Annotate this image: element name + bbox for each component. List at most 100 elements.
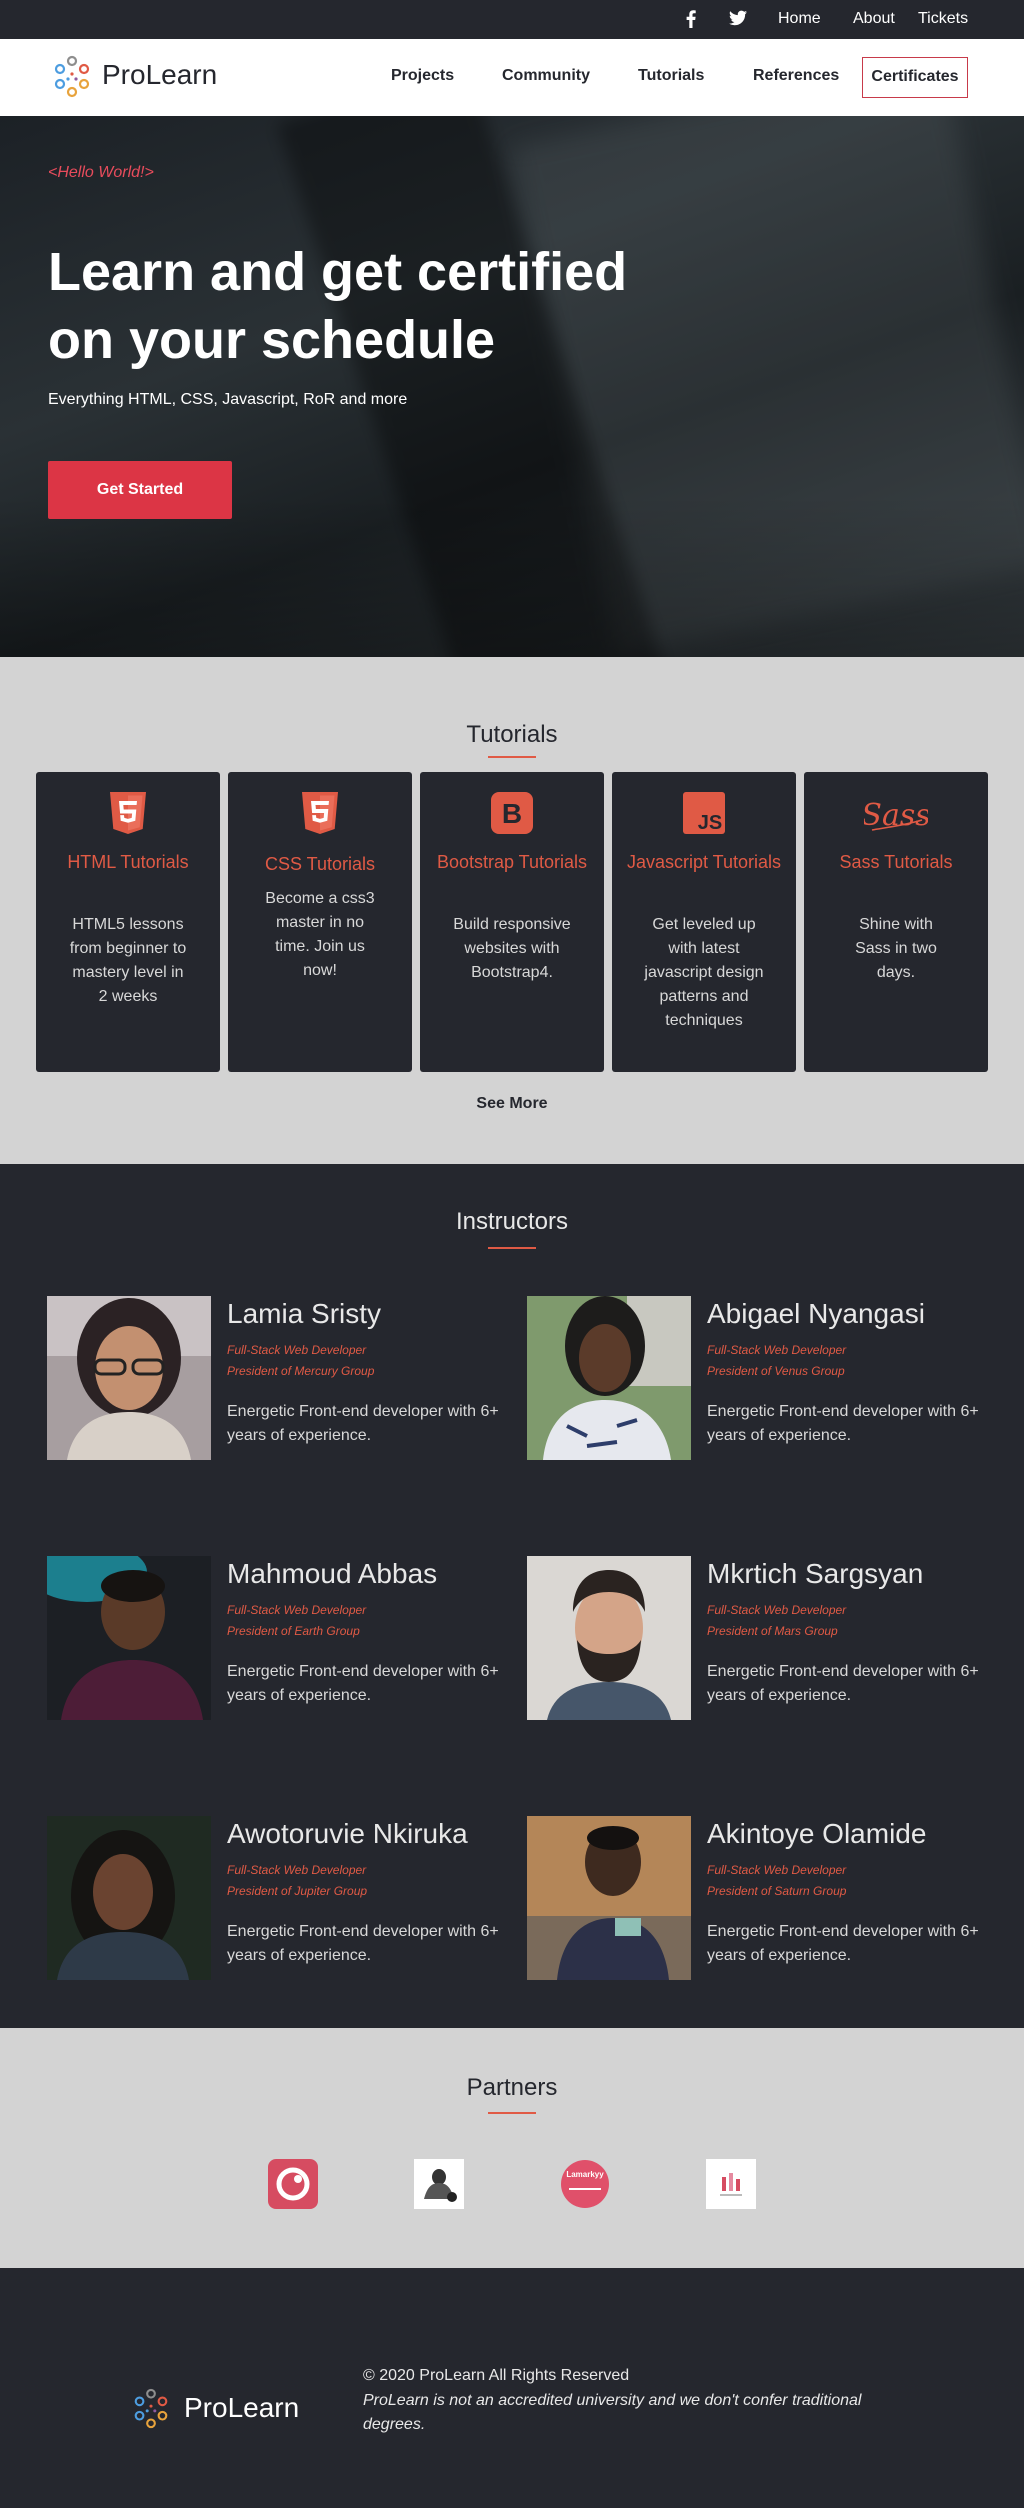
instructor-group: President of Saturn Group — [707, 1884, 847, 1898]
instructor-bio: Energetic Front-end developer with 6+ ye… — [707, 1403, 979, 1444]
instructor-name: Akintoye Olamide — [707, 1818, 927, 1849]
partner-illustration-logo[interactable] — [414, 2159, 464, 2209]
instructor-card: Lamia Sristy Full-Stack Web Developer Pr… — [47, 1296, 507, 1462]
tutorial-description: Get leveled up with latest javascript de… — [644, 916, 764, 1029]
tutorial-title: HTML Tutorials — [67, 852, 189, 872]
nav-references[interactable]: References — [753, 66, 839, 86]
instructor-name: Abigael Nyangasi — [707, 1298, 925, 1329]
partners-section: Partners Lamarkyy — [0, 2028, 1024, 2268]
nav-community[interactable]: Community — [502, 66, 590, 86]
instructor-role: Full-Stack Web Developer — [707, 1343, 847, 1357]
hero-section: <Hello World!> Learn and get certified o… — [0, 116, 1024, 657]
nav-tutorials[interactable]: Tutorials — [638, 66, 704, 86]
bootstrap-icon: B — [491, 792, 533, 834]
instructor-role: Full-Stack Web Developer — [227, 1603, 367, 1617]
tutorial-title: Javascript Tutorials — [626, 852, 782, 872]
prolearn-logo-icon[interactable] — [50, 54, 94, 100]
instructor-photo — [47, 1296, 211, 1460]
instructors-section: Instructors Lamia Sristy Full-Stack Web … — [0, 1164, 1024, 2028]
footer: ProLearn © 2020 ProLearn All Rights Rese… — [0, 2268, 1024, 2508]
instructor-bio: Energetic Front-end developer with 6+ ye… — [227, 1403, 499, 1444]
partner-chart-logo[interactable] — [706, 2159, 756, 2209]
instructor-name: Lamia Sristy — [227, 1298, 382, 1329]
section-divider — [488, 2112, 536, 2114]
tutorial-description: HTML5 lessons from beginner to mastery l… — [69, 916, 187, 1005]
partner-lamarkyy-logo[interactable]: Lamarkyy — [561, 2160, 609, 2208]
tutorials-section: Tutorials HTML Tutorials HTML5 lessons f… — [0, 657, 1024, 1164]
instructor-group: President of Mercury Group — [227, 1364, 375, 1378]
brand-name[interactable]: ProLearn — [102, 58, 217, 92]
instructor-name: Awotoruvie Nkiruka — [227, 1818, 468, 1849]
instructor-group: President of Earth Group — [227, 1624, 360, 1638]
see-more-link[interactable]: See More — [0, 1094, 1024, 1114]
topbar-link-tickets[interactable]: Tickets — [918, 9, 968, 29]
instructor-card: Mkrtich Sargsyan Full-Stack Web Develope… — [527, 1556, 987, 1722]
sass-icon: Sass — [864, 798, 928, 833]
instructor-role: Full-Stack Web Developer — [227, 1863, 367, 1877]
partner-lamarkyy-text: Lamarkyy — [566, 2170, 604, 2179]
svg-text:Sass: Sass — [864, 798, 928, 833]
hero-background-shade — [0, 496, 1024, 657]
instructor-photo — [47, 1556, 211, 1720]
instructor-role: Full-Stack Web Developer — [707, 1863, 847, 1877]
instructor-role: Full-Stack Web Developer — [707, 1603, 847, 1617]
footer-brand-name[interactable]: ProLearn — [184, 2391, 299, 2425]
instructor-group: President of Jupiter Group — [227, 1884, 368, 1898]
instructor-bio: Energetic Front-end developer with 6+ ye… — [707, 1923, 979, 1964]
tutorial-title: CSS Tutorials — [264, 854, 376, 874]
twitter-icon[interactable] — [729, 10, 747, 26]
svg-text:B: B — [502, 798, 522, 829]
hero-title-line: on your schedule — [48, 310, 496, 370]
tutorial-card[interactable]: B Bootstrap Tutorials Build responsive w… — [420, 772, 604, 1072]
tutorial-card[interactable]: JS Javascript Tutorials Get leveled up w… — [612, 772, 796, 1072]
html5-icon — [110, 792, 146, 834]
instructor-name: Mkrtich Sargsyan — [707, 1558, 924, 1589]
tutorial-title: Sass Tutorials — [839, 852, 953, 872]
instructor-bio: Energetic Front-end developer with 6+ ye… — [227, 1663, 499, 1704]
instructor-card: Akintoye Olamide Full-Stack Web Develope… — [527, 1816, 987, 1982]
hero-title: Learn and get certified on your schedule — [48, 238, 748, 374]
instructor-bio: Energetic Front-end developer with 6+ ye… — [227, 1923, 499, 1964]
section-title: Instructors — [455, 1208, 569, 1235]
instructor-photo — [527, 1296, 691, 1460]
tutorial-description: Build responsive websites with Bootstrap… — [453, 916, 571, 981]
instructor-group: President of Mars Group — [707, 1624, 838, 1638]
instructor-card: Abigael Nyangasi Full-Stack Web Develope… — [527, 1296, 987, 1462]
nav-certificates-button[interactable]: Certificates — [862, 57, 968, 98]
tutorial-card[interactable]: HTML Tutorials HTML5 lessons from beginn… — [36, 772, 220, 1072]
instructor-role: Full-Stack Web Developer — [227, 1343, 367, 1357]
partner-ring-logo[interactable] — [268, 2159, 318, 2209]
instructor-photo — [47, 1816, 211, 1980]
get-started-button[interactable]: Get Started — [48, 461, 232, 519]
instructor-card: Awotoruvie Nkiruka Full-Stack Web Develo… — [47, 1816, 507, 1982]
footer-disclaimer: ProLearn is not an accredited university… — [363, 2392, 862, 2433]
instructor-photo — [527, 1556, 691, 1720]
instructor-group: President of Venus Group — [707, 1364, 845, 1378]
tutorial-title: Bootstrap Tutorials — [436, 852, 588, 872]
hero-tagline: <Hello World!> — [48, 164, 154, 181]
instructor-card: Mahmoud Abbas Full-Stack Web Developer P… — [47, 1556, 507, 1722]
tutorial-description: Become a css3 master in no time. Join us… — [265, 890, 375, 979]
hero-subtitle: Everything HTML, CSS, Javascript, RoR an… — [48, 391, 408, 408]
tutorial-card[interactable]: Sass Sass Tutorials Shine with Sass in t… — [804, 772, 988, 1072]
section-title: Tutorials — [466, 721, 558, 748]
nav-projects[interactable]: Projects — [391, 66, 454, 86]
tutorial-card[interactable]: CSS Tutorials Become a css3 master in no… — [228, 772, 412, 1072]
topbar-link-home[interactable]: Home — [778, 9, 821, 29]
tutorial-description: Shine with Sass in two days. — [855, 916, 937, 981]
top-bar: Home About Tickets — [0, 0, 1024, 39]
section-divider — [488, 756, 536, 758]
css3-icon — [302, 792, 338, 834]
svg-text:JS: JS — [698, 812, 722, 834]
navbar: ProLearn Projects Community Tutorials Re… — [0, 39, 1024, 116]
section-divider — [488, 1247, 536, 1249]
partner-lamarkyy-underline — [569, 2188, 601, 2190]
hero-title-line: Learn and get certified — [48, 242, 628, 302]
footer-copyright: © 2020 ProLearn All Rights Reserved — [363, 2367, 630, 2384]
prolearn-logo-icon[interactable] — [130, 2386, 172, 2432]
instructor-photo — [527, 1816, 691, 1980]
javascript-icon: JS — [683, 792, 725, 834]
topbar-link-about[interactable]: About — [853, 9, 895, 29]
instructor-name: Mahmoud Abbas — [227, 1558, 438, 1589]
facebook-icon[interactable] — [686, 10, 696, 28]
